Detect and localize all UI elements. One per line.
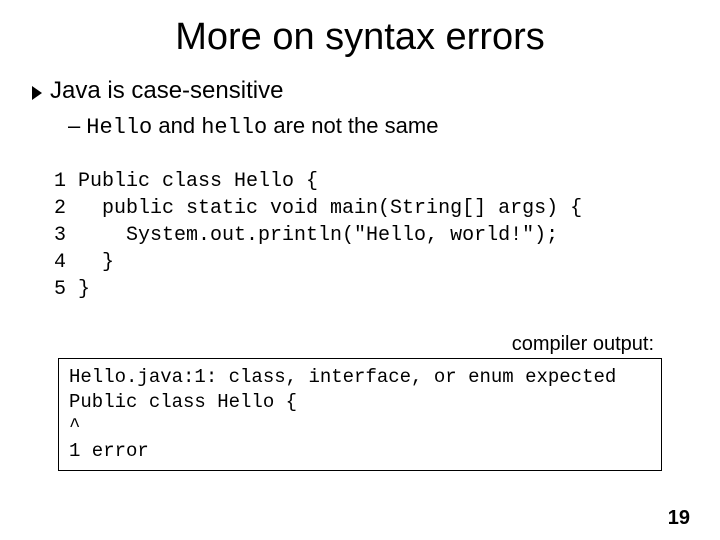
- slide-title: More on syntax errors: [30, 16, 690, 59]
- sub-bullet-text: Hello and hello are not the same: [86, 113, 438, 140]
- triangle-bullet-icon: [32, 86, 42, 100]
- compiler-output-box: Hello.java:1: class, interface, or enum …: [58, 358, 662, 471]
- page-number: 19: [668, 507, 690, 530]
- code-listing: 1 Public class Hello { 2 public static v…: [54, 168, 690, 303]
- bullet-text: Java is case-sensitive: [50, 77, 283, 105]
- bullet-item: Java is case-sensitive: [32, 77, 690, 105]
- sub-tail: are not the same: [267, 113, 438, 138]
- dash-bullet: –: [68, 113, 80, 139]
- code-word-1: Hello: [86, 115, 152, 140]
- sub-bullet-item: – Hello and hello are not the same: [68, 113, 690, 140]
- code-word-2: hello: [201, 115, 267, 140]
- compiler-output-label: compiler output:: [30, 333, 654, 356]
- slide: More on syntax errors Java is case-sensi…: [0, 0, 720, 540]
- sub-mid: and: [152, 113, 201, 138]
